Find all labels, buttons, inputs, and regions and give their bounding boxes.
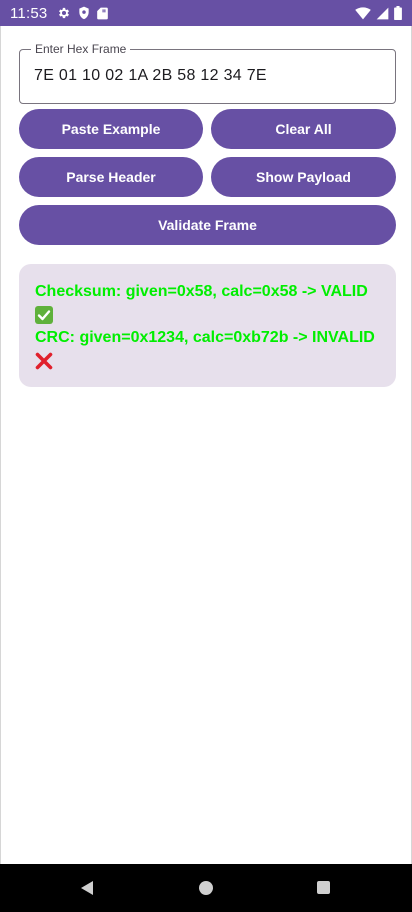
app-screen: Enter Hex Frame 7E 01 10 02 1A 2B 58 12 … <box>0 26 412 864</box>
checksum-result-text: Checksum: given=0x58, calc=0x58 -> VALID <box>35 283 368 300</box>
back-icon[interactable] <box>79 880 95 896</box>
sd-card-icon <box>97 7 109 19</box>
home-icon[interactable] <box>199 881 213 895</box>
shield-icon <box>79 6 90 20</box>
valid-check-icon <box>35 303 380 326</box>
status-bar: 11:53 <box>0 0 412 26</box>
wifi-icon <box>355 6 371 19</box>
battery-icon <box>394 6 402 20</box>
hex-frame-input[interactable]: 7E 01 10 02 1A 2B 58 12 34 7E <box>34 67 267 85</box>
validate-frame-button[interactable]: Validate Frame <box>19 205 396 245</box>
show-payload-button[interactable]: Show Payload <box>211 157 396 197</box>
hex-frame-field[interactable]: Enter Hex Frame 7E 01 10 02 1A 2B 58 12 … <box>19 41 396 104</box>
navigation-bar <box>0 864 412 912</box>
cellular-signal-icon <box>376 7 389 19</box>
crc-result-text: CRC: given=0x1234, calc=0xb72b -> INVALI… <box>35 329 375 346</box>
parse-header-button[interactable]: Parse Header <box>19 157 203 197</box>
clear-all-button[interactable]: Clear All <box>211 109 396 149</box>
status-icons-right <box>355 6 402 20</box>
hex-frame-label: Enter Hex Frame <box>31 41 131 57</box>
status-time: 11:53 <box>10 4 48 22</box>
validation-result-card: Checksum: given=0x58, calc=0x58 -> VALID… <box>19 264 396 387</box>
status-icons-left <box>57 6 109 20</box>
paste-example-button[interactable]: Paste Example <box>19 109 203 149</box>
invalid-cross-icon <box>35 349 380 372</box>
gear-icon <box>59 7 70 19</box>
recents-icon[interactable] <box>317 881 330 894</box>
